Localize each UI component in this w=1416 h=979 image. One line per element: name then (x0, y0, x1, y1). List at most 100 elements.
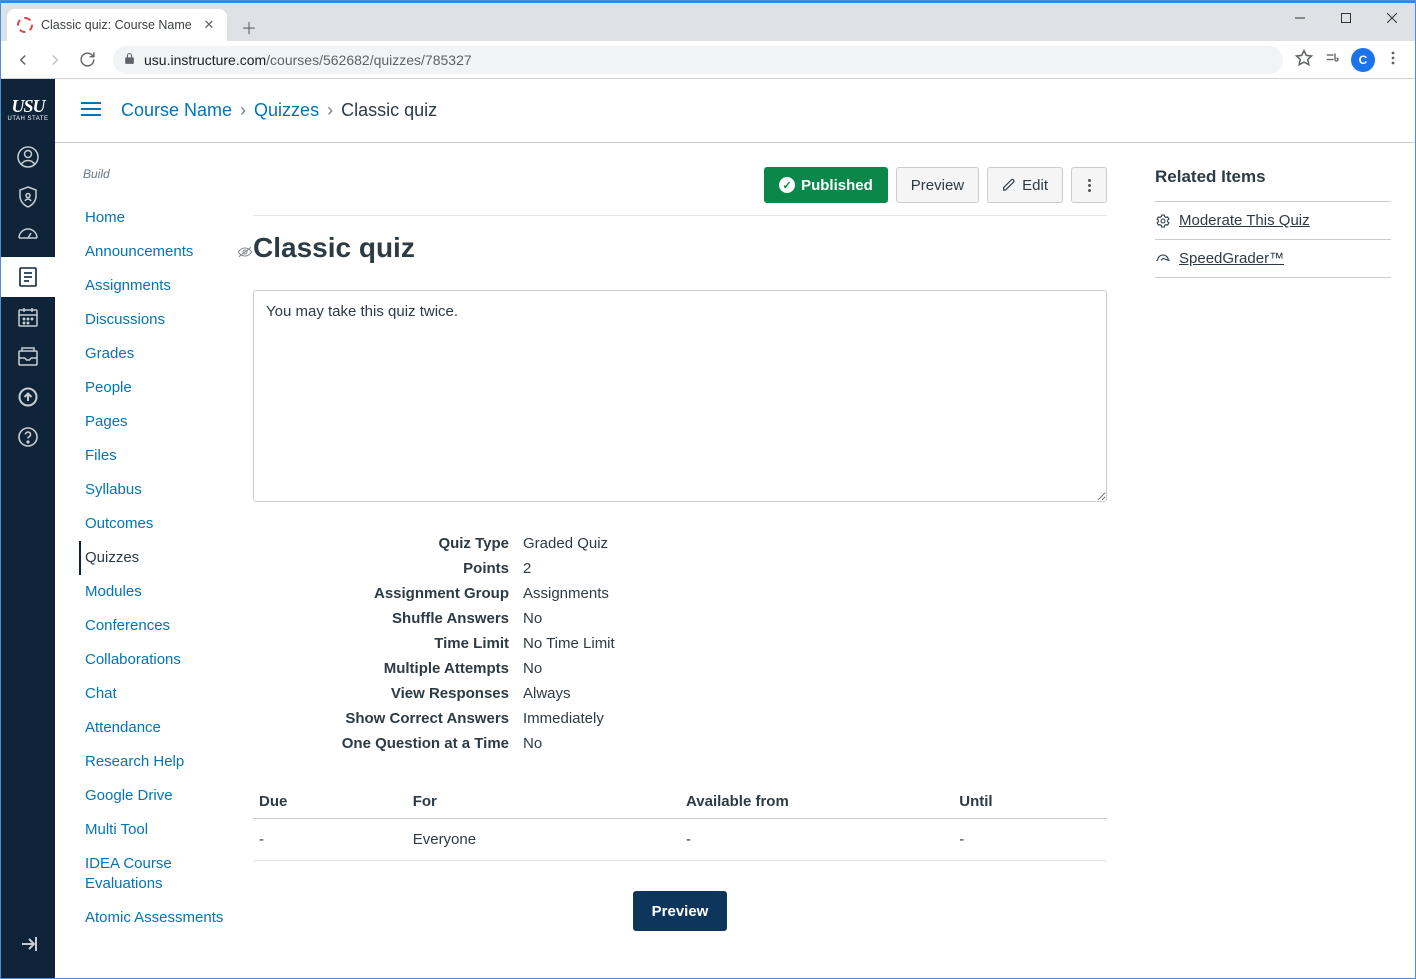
breadcrumbs: Course Name › Quizzes › Classic quiz (121, 100, 437, 121)
quiz-description-box: You may take this quiz twice. (253, 290, 1107, 502)
breadcrumb-course[interactable]: Course Name (121, 100, 232, 121)
global-nav-commons[interactable] (1, 377, 55, 417)
moderate-quiz-link[interactable]: Moderate This Quiz (1155, 201, 1391, 240)
global-nav-collapse[interactable] (1, 924, 55, 964)
published-button[interactable]: ✓ Published (764, 167, 888, 203)
chevron-right-icon: › (240, 100, 246, 121)
nav-forward-button[interactable] (41, 46, 69, 74)
detail-label: Time Limit (255, 632, 515, 655)
chevron-right-icon: › (327, 100, 333, 121)
detail-label: Quiz Type (255, 532, 515, 555)
quiz-title: Classic quiz (253, 232, 1107, 264)
detail-label: Assignment Group (255, 582, 515, 605)
course-nav-item[interactable]: Multi Tool (79, 813, 253, 847)
detail-value: Assignments (517, 582, 1105, 605)
course-nav-item[interactable]: Files (79, 439, 253, 473)
quiz-details-table: Quiz TypeGraded QuizPoints2Assignment Gr… (253, 530, 1107, 757)
course-nav-item[interactable]: Modules (79, 575, 253, 609)
course-nav-item[interactable]: IDEA Course Evaluations (79, 847, 253, 901)
window-close-button[interactable] (1369, 3, 1415, 33)
course-nav-toggle[interactable] (79, 98, 103, 123)
breadcrumb-section[interactable]: Quizzes (254, 100, 319, 121)
dates-table: Due For Available from Until - Everyone … (253, 785, 1107, 861)
detail-value: 2 (517, 557, 1105, 580)
edit-button[interactable]: Edit (987, 167, 1063, 203)
breadcrumb-current: Classic quiz (341, 100, 437, 121)
related-items-sidebar: Related Items Moderate This Quiz SpeedGr… (1131, 143, 1391, 978)
course-nav-item[interactable]: People (79, 371, 253, 405)
course-nav-item[interactable]: Pages (79, 405, 253, 439)
course-nav-item[interactable]: Google Drive (79, 779, 253, 813)
course-nav: Build HomeAnnouncementsAssignmentsDiscus… (79, 143, 253, 978)
check-icon: ✓ (779, 177, 795, 193)
detail-label: Points (255, 557, 515, 580)
global-nav-calendar[interactable] (1, 297, 55, 337)
window-maximize-button[interactable] (1323, 3, 1369, 33)
col-for: For (407, 785, 680, 819)
course-nav-item[interactable]: Chat (79, 677, 253, 711)
course-nav-item[interactable]: Assignments (79, 269, 253, 303)
course-nav-item[interactable]: Outcomes (79, 507, 253, 541)
detail-label: Show Correct Answers (255, 707, 515, 730)
usu-logo[interactable]: USU UTAH STATE (1, 83, 55, 137)
browser-toolbar: usu.instructure.com/courses/562682/quizz… (1, 41, 1415, 79)
detail-value: Always (517, 682, 1105, 705)
course-nav-item[interactable]: Collaborations (79, 643, 253, 677)
pencil-icon (1002, 178, 1016, 192)
course-nav-item[interactable]: Grades (79, 337, 253, 371)
detail-value: No (517, 607, 1105, 630)
course-nav-item[interactable]: Conferences (79, 609, 253, 643)
url-text: usu.instructure.com/courses/562682/quizz… (144, 52, 472, 68)
col-due: Due (253, 785, 407, 819)
close-tab-icon[interactable]: ✕ (201, 17, 217, 33)
moderate-quiz-label: Moderate This Quiz (1179, 212, 1310, 229)
bookmark-star-icon[interactable] (1295, 49, 1313, 70)
col-until: Until (953, 785, 1107, 819)
preview-button-top[interactable]: Preview (896, 167, 979, 203)
detail-label: Multiple Attempts (255, 657, 515, 680)
global-nav-account[interactable] (1, 137, 55, 177)
course-nav-item[interactable]: Quizzes (79, 541, 253, 575)
more-options-button[interactable] (1071, 167, 1107, 203)
hidden-eye-icon (237, 245, 253, 265)
gear-icon (1155, 213, 1171, 229)
new-tab-button[interactable]: ＋ (235, 13, 263, 41)
detail-label: One Question at a Time (255, 732, 515, 755)
address-bar[interactable]: usu.instructure.com/courses/562682/quizz… (113, 46, 1283, 74)
course-nav-item[interactable]: Research Help (79, 745, 253, 779)
nav-reload-button[interactable] (73, 46, 101, 74)
course-nav-item[interactable]: Discussions (79, 303, 253, 337)
detail-value: Graded Quiz (517, 532, 1105, 555)
chrome-menu-icon[interactable] (1385, 50, 1401, 69)
global-nav-dashboard[interactable] (1, 217, 55, 257)
speedgrader-link[interactable]: SpeedGrader™ (1155, 240, 1391, 278)
global-nav-admin[interactable] (1, 177, 55, 217)
edit-label: Edit (1022, 177, 1048, 194)
actions-row: ✓ Published Preview Edit (253, 167, 1107, 216)
detail-value: No (517, 657, 1105, 680)
window-minimize-button[interactable] (1277, 3, 1323, 33)
course-nav-item[interactable]: Announcements (79, 235, 253, 269)
lock-icon (123, 52, 136, 68)
quiz-description-text: You may take this quiz twice. (266, 303, 458, 320)
course-nav-item[interactable]: Syllabus (79, 473, 253, 507)
detail-label: Shuffle Answers (255, 607, 515, 630)
preview-button-main[interactable]: Preview (633, 891, 728, 931)
course-nav-item[interactable]: Atomic Assessments (79, 901, 253, 935)
speedgrader-icon (1155, 251, 1171, 267)
global-nav: USU UTAH STATE (1, 79, 55, 978)
global-nav-courses[interactable] (1, 257, 55, 297)
vertical-dots-icon (1088, 179, 1091, 192)
global-nav-help[interactable] (1, 417, 55, 457)
profile-avatar[interactable]: C (1351, 48, 1375, 72)
global-nav-inbox[interactable] (1, 337, 55, 377)
nav-back-button[interactable] (9, 46, 37, 74)
browser-tab[interactable]: Classic quiz: Course Name ✕ (7, 9, 227, 41)
related-items-heading: Related Items (1155, 167, 1391, 187)
media-control-icon[interactable] (1323, 49, 1341, 70)
course-nav-item[interactable]: Attendance (79, 711, 253, 745)
col-available: Available from (680, 785, 953, 819)
build-label: Build (79, 167, 253, 181)
course-nav-item[interactable]: Home (79, 201, 253, 235)
cell-available: - (680, 819, 953, 861)
